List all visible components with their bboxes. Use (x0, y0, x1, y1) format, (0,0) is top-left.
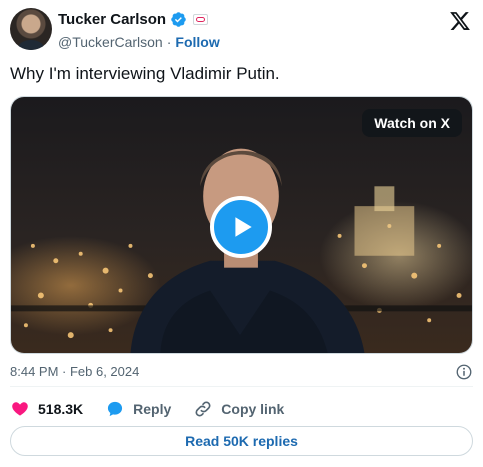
reply-bubble-icon (108, 401, 123, 417)
avatar[interactable] (10, 8, 52, 50)
tweet-meta: 8:44 PM · Feb 6, 2024 (10, 363, 473, 381)
reply-label: Reply (133, 401, 172, 417)
author-name-row: Tucker Carlson (58, 11, 209, 28)
like-count: 518.3K (38, 401, 84, 417)
separator: · (166, 34, 172, 50)
author-name[interactable]: Tucker Carlson (58, 11, 166, 28)
read-replies-button[interactable]: Read 50K replies (10, 426, 473, 456)
reply-button[interactable]: Reply (105, 399, 171, 419)
info-icon[interactable] (455, 363, 473, 381)
copy-link-button[interactable]: Copy link (193, 399, 284, 419)
x-logo-icon[interactable] (449, 10, 471, 32)
follow-button[interactable]: Follow (175, 34, 219, 50)
divider (10, 386, 473, 387)
video-player[interactable]: Watch on X (10, 96, 473, 354)
copy-link-label: Copy link (221, 401, 285, 417)
link-icon (195, 401, 211, 417)
affiliation-badge-icon[interactable] (193, 14, 209, 25)
handle-row: @TuckerCarlson · Follow (58, 34, 220, 50)
verified-badge-icon (171, 12, 186, 27)
play-button[interactable] (210, 196, 272, 258)
play-icon (235, 217, 252, 237)
tweet-header: Tucker Carlson @TuckerCarlson · Follow (10, 8, 473, 54)
timestamp[interactable]: 8:44 PM · Feb 6, 2024 (10, 364, 139, 379)
watch-on-x-button[interactable]: Watch on X (362, 109, 462, 137)
like-button[interactable]: 518.3K (10, 399, 83, 419)
action-bar: 518.3K Reply Copy link (10, 398, 306, 420)
tweet-text: Why I'm interviewing Vladimir Putin. (10, 64, 280, 83)
heart-icon (12, 402, 28, 416)
author-handle[interactable]: @TuckerCarlson (58, 34, 163, 50)
